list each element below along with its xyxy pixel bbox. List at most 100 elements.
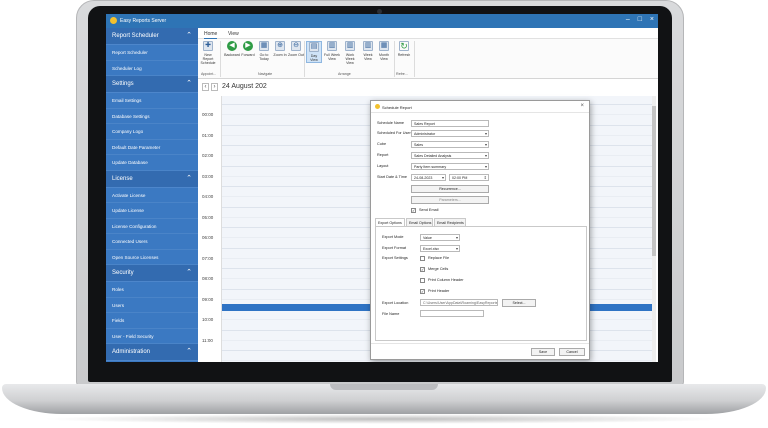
replace-file-checkbox[interactable] <box>420 256 425 261</box>
refresh-button[interactable]: ↻ Refresh <box>396 41 412 57</box>
sidebar-section-security[interactable]: Security ⌃ <box>106 265 198 282</box>
export-mode-select[interactable]: Value ▾ <box>420 234 460 241</box>
ribbon-button-label: Zoom In <box>273 53 287 57</box>
merge-cells-checkbox[interactable]: ✓ <box>420 267 425 272</box>
work-week-view-button[interactable]: ▥ Work Week View <box>342 41 358 65</box>
recurrence-button[interactable]: Recurrence... <box>411 185 489 193</box>
calendar-scrollbar[interactable] <box>652 96 656 362</box>
sidebar-item-license-configuration[interactable]: License Configuration <box>106 219 198 234</box>
app-window: Easy Reports Server – □ × Report Schedul… <box>106 14 658 362</box>
start-date-input[interactable]: 24-08-2023 ▾ <box>411 174 446 181</box>
day-view-button[interactable]: ▤ Day View <box>306 41 322 63</box>
parameters-button[interactable]: Parameters... <box>411 196 489 204</box>
forward-button[interactable]: ▶ Forward <box>240 41 256 57</box>
sidebar-section-label: Security <box>112 270 134 276</box>
tab-email-options[interactable]: Email Options <box>406 218 433 226</box>
ribbon-button-label: Day View <box>310 54 318 62</box>
sidebar-section-label: Settings <box>112 81 134 87</box>
title-bar: Easy Reports Server – □ × <box>106 14 658 28</box>
time-label: 05:00 <box>202 214 214 220</box>
sidebar-section-report-scheduler[interactable]: Report Scheduler ⌃ <box>106 28 198 45</box>
start-time-input[interactable]: 02:00 PM ⇕ <box>449 174 489 181</box>
chevron-up-icon: ⌃ <box>186 80 192 87</box>
tab-home[interactable]: Home <box>204 31 218 39</box>
day-view-icon: ▤ <box>309 42 319 52</box>
full-week-view-button[interactable]: ▥ Full Week View <box>324 41 340 61</box>
sidebar-section-administration[interactable]: Administration ⌃ <box>106 344 198 361</box>
chevron-up-icon: ⌃ <box>186 174 192 182</box>
week-view-icon: ▥ <box>363 41 373 51</box>
schedule-name-input[interactable]: Sales Report <box>411 120 489 127</box>
backward-button[interactable]: ◀ Backward <box>224 41 240 57</box>
go-to-today-button[interactable]: ▦ Go to Today <box>256 41 272 61</box>
scroll-thumb[interactable] <box>652 106 656 256</box>
ribbon-tabs: Home View <box>198 28 658 39</box>
sidebar-item-activate-license[interactable]: Activate License <box>106 188 198 203</box>
dialog-close-icon[interactable]: × <box>580 103 584 109</box>
cube-select[interactable]: Sales ▾ <box>411 141 489 148</box>
merge-cells-label: Merge Cells <box>428 267 449 271</box>
save-button[interactable]: Save <box>531 348 555 356</box>
sidebar-section-license[interactable]: License ⌃ <box>106 170 198 188</box>
sidebar-item-update-database[interactable]: Update Database <box>106 155 198 171</box>
sidebar-item-connected-users[interactable]: Connected Users <box>106 234 198 250</box>
print-header-label: Print Header <box>428 289 450 293</box>
layout-select[interactable]: Party Item summary ▾ <box>411 163 489 170</box>
app-icon <box>110 17 117 24</box>
export-format-value: Excel.xlsx <box>423 247 439 251</box>
maximize-icon[interactable]: □ <box>638 16 642 23</box>
sidebar-section-settings[interactable]: Settings ⌃ <box>106 76 198 93</box>
file-name-input[interactable] <box>420 310 484 317</box>
report-select[interactable]: Sales Detailed Analysis ▾ <box>411 152 489 159</box>
ribbon-button-label: Work Week View <box>345 53 355 65</box>
sidebar-item-report-scheduler[interactable]: Report Scheduler <box>106 45 198 61</box>
week-view-button[interactable]: ▥ Week View <box>360 41 376 61</box>
sidebar-item-roles[interactable]: Roles <box>106 282 198 298</box>
month-view-icon: ▦ <box>379 41 389 51</box>
time-label: 01:00 <box>202 132 214 138</box>
scheduled-for-user-select[interactable]: Administrator ▾ <box>411 130 489 137</box>
ribbon: ✚ New Report Schedule ◀ Backward ▶ Forward ▦ Go… <box>198 39 658 79</box>
export-location-input[interactable]: C:\Users\User\AppData\Roaming\EasyReport… <box>420 299 498 306</box>
start-time-value: 02:00 PM <box>452 176 468 180</box>
print-column-header-label: Print Column Header <box>428 278 464 282</box>
sidebar-item-email-settings[interactable]: Email Settings <box>106 93 198 109</box>
dialog-title: Schedule Report <box>382 105 412 110</box>
print-column-header-checkbox[interactable] <box>420 278 425 283</box>
sidebar-section-label: Report Scheduler <box>112 33 159 39</box>
sidebar-item-company-logo[interactable]: Company Logo <box>106 124 198 140</box>
minimize-icon[interactable]: – <box>626 16 630 23</box>
prev-date-button[interactable]: ‹ <box>202 83 209 91</box>
tab-email-recipients[interactable]: Email Recipients <box>434 218 466 226</box>
next-date-button[interactable]: › <box>211 83 218 91</box>
tab-export-options[interactable]: Export Options <box>375 218 405 226</box>
export-mode-value: Value <box>423 236 432 240</box>
sidebar-item-users[interactable]: Users <box>106 298 198 313</box>
sidebar-item-fields[interactable]: Fields <box>106 313 198 329</box>
tab-view[interactable]: View <box>228 31 239 37</box>
export-mode-label: Export Mode <box>382 235 404 239</box>
time-label: 08:00 <box>202 276 214 281</box>
time-column: 00:00 01:00 02:00 03:00 04:00 05:00 06:00 07:00… <box>198 96 222 362</box>
sidebar-item-scheduler-log[interactable]: Scheduler Log <box>106 61 198 76</box>
sidebar-item-default-date-parameter[interactable]: Default Date Parameter <box>106 140 198 155</box>
close-icon[interactable]: × <box>650 16 654 23</box>
laptop-shadow <box>40 414 728 424</box>
sidebar-item-user-field-security[interactable]: User - Field Security <box>106 329 198 344</box>
print-header-checkbox[interactable]: ✓ <box>420 289 425 294</box>
ribbon-divider <box>304 41 305 77</box>
file-name-label: File Name <box>382 312 400 316</box>
sidebar-item-open-source-licenses[interactable]: Open Source Licenses <box>106 250 198 265</box>
zoom-in-button[interactable]: ⊕ Zoom In <box>272 41 288 57</box>
new-report-schedule-button[interactable]: ✚ New Report Schedule <box>200 41 216 65</box>
select-location-button[interactable]: Select... <box>502 299 536 307</box>
cancel-button[interactable]: Cancel <box>559 348 585 356</box>
sidebar-item-update-license[interactable]: Update License <box>106 203 198 219</box>
arrow-right-icon: ▶ <box>243 41 253 51</box>
sidebar-item-database-settings[interactable]: Database Settings <box>106 109 198 124</box>
spinner-icon: ⇕ <box>483 175 487 180</box>
export-format-select[interactable]: Excel.xlsx ▾ <box>420 245 460 252</box>
zoom-out-button[interactable]: ⊖ Zoom Out <box>288 41 304 57</box>
month-view-button[interactable]: ▦ Month View <box>376 41 392 61</box>
send-email-checkbox[interactable]: ✓ <box>411 208 416 213</box>
